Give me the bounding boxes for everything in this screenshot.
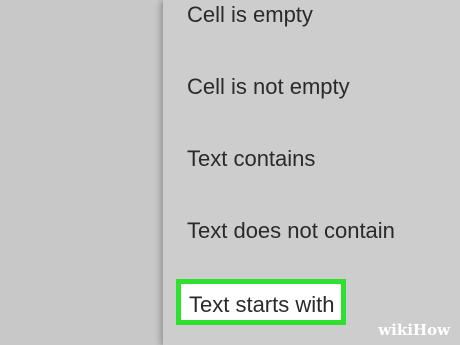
watermark-wiki: wiki [378, 321, 413, 339]
menu-item-text-contains[interactable]: Text contains [187, 141, 315, 177]
menu-item-text-starts-with[interactable]: Text starts with [176, 279, 346, 325]
wikihow-watermark: wikiHow [378, 321, 450, 339]
menu-item-cell-is-empty[interactable]: Cell is empty [187, 0, 313, 33]
watermark-how: How [412, 321, 450, 339]
menu-item-cell-is-not-empty[interactable]: Cell is not empty [187, 69, 350, 105]
menu-item-text-does-not-contain[interactable]: Text does not contain [187, 213, 395, 249]
condition-dropdown-menu: Cell is empty Cell is not empty Text con… [163, 0, 460, 345]
